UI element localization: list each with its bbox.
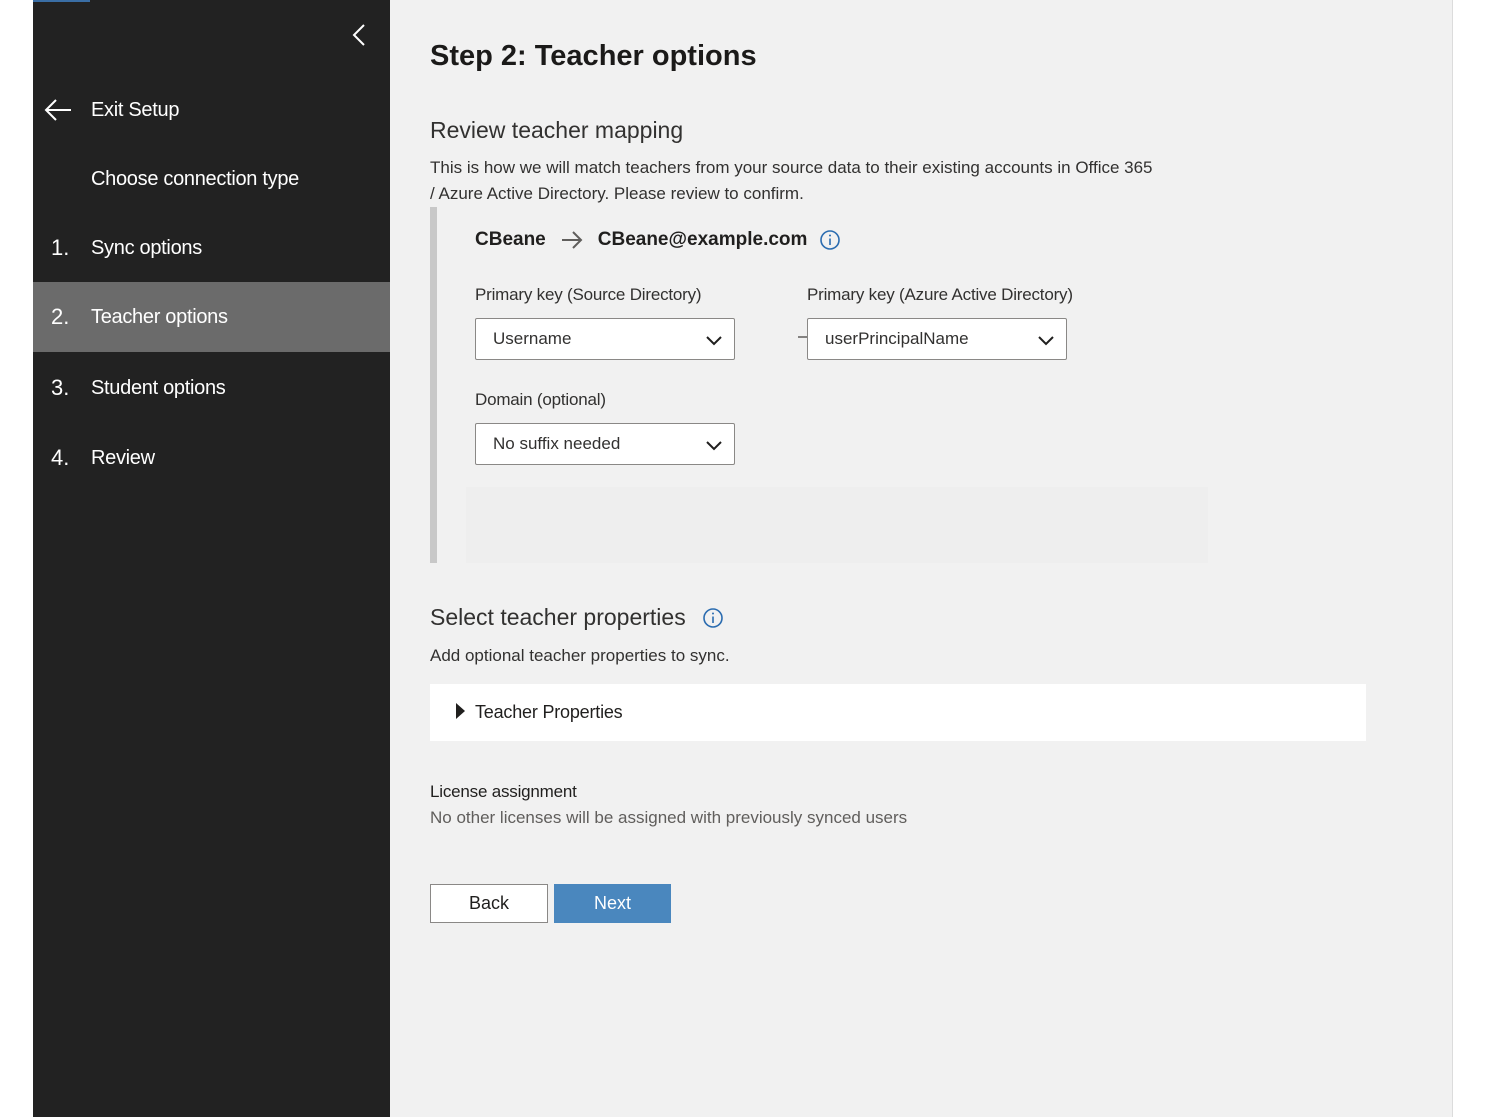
sidebar-item-label: Student options [91, 376, 226, 399]
chevron-down-icon [706, 336, 722, 346]
chevron-left-icon [352, 24, 365, 46]
mapping-panel: CBeane CBeane@example.com Primary key (S… [430, 207, 1210, 563]
sidebar-item-review[interactable]: 4. Review [33, 423, 390, 493]
properties-heading-row: Select teacher properties [430, 604, 724, 631]
target-key-label: Primary key (Azure Active Directory) [807, 285, 1073, 304]
target-key-value: userPrincipalName [825, 329, 969, 348]
domain-label: Domain (optional) [475, 390, 606, 409]
chevron-down-icon [706, 441, 722, 451]
sidebar-item-student-options[interactable]: 3. Student options [33, 353, 390, 423]
sidebar-top-accent [33, 0, 90, 2]
properties-description: Add optional teacher properties to sync. [430, 646, 730, 665]
mapping-panel-footer-area [466, 487, 1208, 563]
step-number: 3. [51, 375, 70, 400]
accordion-label: Teacher Properties [475, 702, 623, 722]
exit-setup-label: Exit Setup [91, 98, 180, 121]
license-subtitle: No other licenses will be assigned with … [430, 808, 908, 827]
sidebar-item-label: Teacher options [91, 305, 228, 328]
example-target-value: CBeane@example.com [597, 229, 808, 250]
back-button[interactable]: Back [430, 884, 548, 923]
next-button[interactable]: Next [554, 884, 671, 923]
domain-dropdown[interactable]: No suffix needed [475, 423, 735, 465]
window-edge [1452, 0, 1453, 1117]
source-key-label: Primary key (Source Directory) [475, 285, 702, 304]
step-number: 1. [51, 235, 70, 260]
chevron-down-icon [1038, 336, 1054, 346]
caret-right-icon [456, 702, 465, 719]
main-content: Step 2: Teacher options Review teacher m… [390, 0, 1452, 1117]
arrow-right-icon [560, 230, 584, 250]
collapse-sidebar-button[interactable] [347, 20, 371, 50]
example-source-value: CBeane [475, 229, 546, 250]
sidebar-item-label: Choose connection type [91, 167, 299, 190]
step-number: 2. [51, 304, 70, 329]
sidebar-item-label: Sync options [91, 236, 202, 259]
mapping-description-line2: / Azure Active Directory. Please review … [430, 184, 804, 203]
domain-value: No suffix needed [493, 434, 621, 453]
arrow-left-icon [43, 95, 73, 125]
mapping-heading: Review teacher mapping [430, 117, 684, 143]
target-key-dropdown[interactable]: userPrincipalName [807, 318, 1067, 360]
source-key-dropdown[interactable]: Username [475, 318, 735, 360]
step-number: 4. [51, 445, 70, 470]
mapping-panel-accent-bar [430, 207, 437, 563]
exit-setup-link[interactable]: Exit Setup [43, 92, 179, 128]
sidebar-item-teacher-options[interactable]: 2. Teacher options [33, 282, 390, 352]
properties-heading: Select teacher properties [430, 604, 686, 630]
sidebar: Exit Setup Choose connection type 1. Syn… [33, 0, 390, 1117]
teacher-properties-accordion[interactable]: Teacher Properties [430, 684, 1366, 741]
mapping-example: CBeane CBeane@example.com [475, 229, 841, 251]
sidebar-item-sync-options[interactable]: 1. Sync options [33, 213, 390, 283]
license-title: License assignment [430, 782, 577, 801]
mapping-description-line1: This is how we will match teachers from … [430, 158, 1153, 177]
info-icon[interactable] [819, 229, 841, 251]
page-title: Step 2: Teacher options [430, 40, 757, 72]
sidebar-item-choose-connection-type[interactable]: Choose connection type [33, 144, 390, 214]
info-icon[interactable] [702, 607, 724, 629]
sidebar-item-label: Review [91, 446, 155, 469]
source-key-value: Username [493, 329, 572, 348]
